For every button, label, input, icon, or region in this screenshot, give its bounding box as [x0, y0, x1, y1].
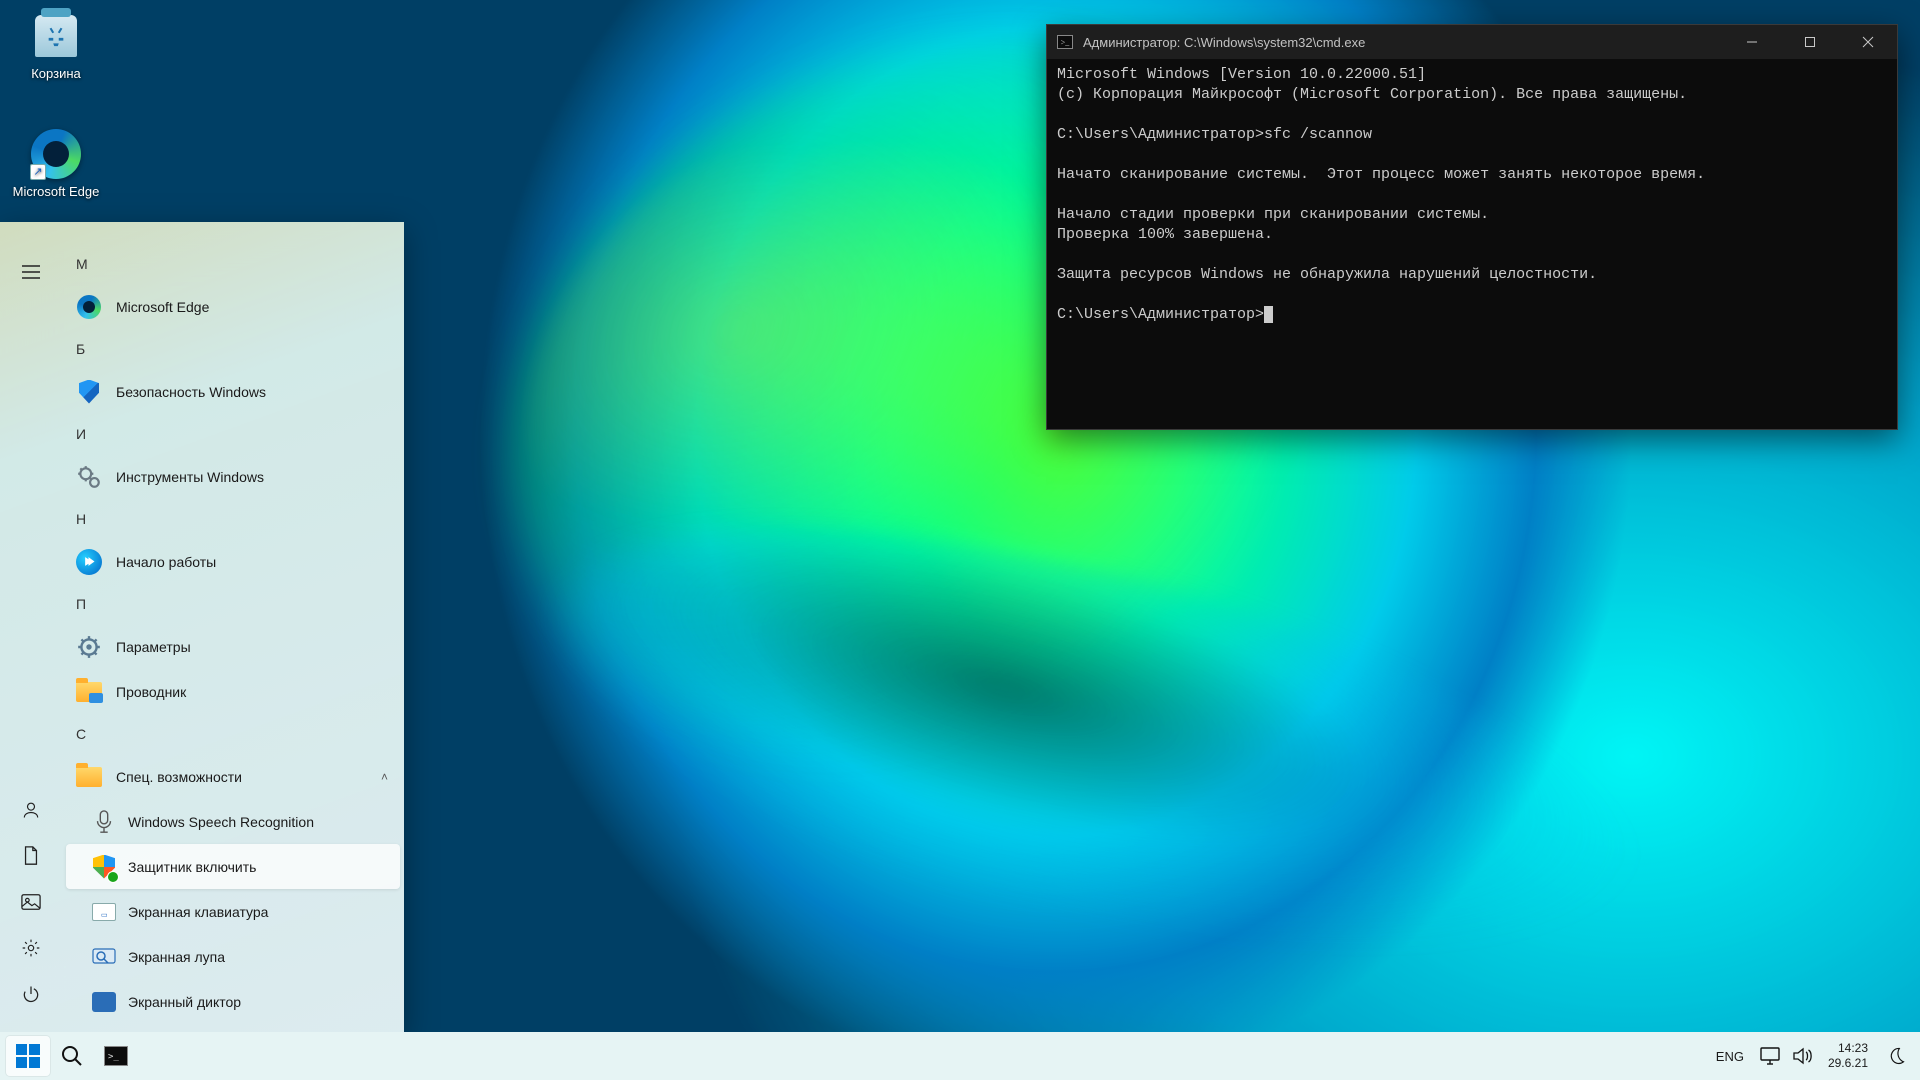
start-letter-header[interactable]: Н	[62, 499, 404, 539]
start-app-explorer[interactable]: Проводник	[66, 669, 400, 714]
start-app-getstarted[interactable]: Начало работы	[66, 539, 400, 584]
documents-button[interactable]	[9, 834, 53, 878]
start-letter-header[interactable]: С	[62, 714, 404, 754]
terminal-output[interactable]: Microsoft Windows [Version 10.0.22000.51…	[1047, 59, 1897, 429]
hamburger-button[interactable]	[9, 250, 53, 294]
start-app-speech[interactable]: Windows Speech Recognition	[66, 799, 400, 844]
cmd-titlebar[interactable]: >_ Администратор: C:\Windows\system32\cm…	[1047, 25, 1897, 59]
start-app-label: Инструменты Windows	[116, 469, 264, 485]
start-app-label: Экранная клавиатура	[128, 904, 268, 920]
taskbar-clock[interactable]: 14:23 29.6.21	[1818, 1041, 1878, 1071]
security-icon	[74, 377, 104, 407]
start-app-label: Microsoft Edge	[116, 299, 209, 315]
clock-date: 29.6.21	[1828, 1056, 1868, 1071]
start-app-label: Экранный диктор	[128, 994, 241, 1010]
pictures-icon	[21, 893, 41, 911]
start-app-label: Спец. возможности	[116, 769, 242, 785]
cmd-icon: >_	[1057, 35, 1073, 49]
search-icon	[60, 1044, 84, 1068]
moon-icon	[1886, 1046, 1906, 1066]
cmd-window[interactable]: >_ Администратор: C:\Windows\system32\cm…	[1046, 24, 1898, 430]
start-app-label: Защитник включить	[128, 859, 256, 875]
recycle-bin-label: Корзина	[31, 66, 81, 81]
edge-icon	[74, 292, 104, 322]
hamburger-icon	[22, 265, 40, 279]
volume-icon	[1792, 1047, 1812, 1065]
power-button[interactable]	[9, 972, 53, 1016]
document-icon	[22, 846, 40, 866]
desktop-icon-edge[interactable]: Microsoft Edge	[8, 128, 104, 199]
defender-icon	[92, 855, 116, 879]
maximize-icon	[1804, 36, 1816, 48]
start-menu: М Microsoft EdgeБ Безопасность WindowsИ …	[0, 222, 404, 1032]
explorer-icon	[74, 677, 104, 707]
user-account-button[interactable]	[9, 788, 53, 832]
start-app-label: Начало работы	[116, 554, 216, 570]
start-app-defender[interactable]: Защитник включить	[66, 844, 400, 889]
start-app-edge[interactable]: Microsoft Edge	[66, 284, 400, 329]
tray-volume-button[interactable]	[1786, 1036, 1818, 1076]
taskbar-app-cmd[interactable]	[94, 1036, 138, 1076]
start-app-label: Windows Speech Recognition	[128, 814, 314, 830]
cmd-taskbar-icon	[104, 1046, 128, 1066]
monitor-icon	[1760, 1047, 1780, 1065]
start-letter-header[interactable]: И	[62, 414, 404, 454]
taskbar: ENG 14:23 29.6.21	[0, 1032, 1920, 1080]
osk-icon	[92, 900, 116, 924]
edge-label: Microsoft Edge	[13, 184, 100, 199]
user-icon	[21, 800, 41, 820]
start-app-tools[interactable]: Инструменты Windows	[66, 454, 400, 499]
pictures-button[interactable]	[9, 880, 53, 924]
speech-icon	[92, 810, 116, 834]
gear-icon	[21, 938, 41, 958]
desktop-icon-recycle-bin[interactable]: Корзина	[8, 10, 104, 81]
tray-network-button[interactable]	[1754, 1036, 1786, 1076]
start-app-label: Параметры	[116, 639, 191, 655]
start-rail	[0, 222, 62, 1032]
start-app-narrator[interactable]: Экранный диктор	[66, 979, 400, 1024]
start-app-security[interactable]: Безопасность Windows	[66, 369, 400, 414]
power-icon	[21, 984, 41, 1004]
chevron-up-icon: ˄	[381, 770, 388, 784]
start-letter-header[interactable]: П	[62, 584, 404, 624]
start-letter-header[interactable]: М	[62, 244, 404, 284]
minimize-icon	[1746, 36, 1758, 48]
start-app-access[interactable]: Спец. возможности ˄	[66, 754, 400, 799]
start-apps-list[interactable]: М Microsoft EdgeБ Безопасность WindowsИ …	[62, 222, 404, 1032]
settings-button[interactable]	[9, 926, 53, 970]
minimize-button[interactable]	[1723, 25, 1781, 59]
start-app-osk[interactable]: Экранная клавиатура	[66, 889, 400, 934]
notifications-button[interactable]	[1878, 1036, 1914, 1076]
narrator-icon	[92, 990, 116, 1014]
start-app-label: Проводник	[116, 684, 186, 700]
close-button[interactable]	[1839, 25, 1897, 59]
tools-icon	[74, 462, 104, 492]
shortcut-overlay-icon	[30, 164, 46, 180]
magnifier-icon	[92, 945, 116, 969]
close-icon	[1862, 36, 1874, 48]
start-button[interactable]	[6, 1036, 50, 1076]
start-app-label: Безопасность Windows	[116, 384, 266, 400]
language-indicator[interactable]: ENG	[1706, 1049, 1754, 1064]
cmd-title-text: Администратор: C:\Windows\system32\cmd.e…	[1083, 35, 1365, 50]
clock-time: 14:23	[1828, 1041, 1868, 1056]
access-icon	[74, 762, 104, 792]
start-app-label: Экранная лупа	[128, 949, 225, 965]
start-app-magnifier[interactable]: Экранная лупа	[66, 934, 400, 979]
windows-logo-icon	[16, 1044, 40, 1068]
maximize-button[interactable]	[1781, 25, 1839, 59]
search-button[interactable]	[50, 1036, 94, 1076]
settings-icon	[74, 632, 104, 662]
start-app-settings[interactable]: Параметры	[66, 624, 400, 669]
start-letter-header[interactable]: Б	[62, 329, 404, 369]
getstarted-icon	[74, 547, 104, 577]
